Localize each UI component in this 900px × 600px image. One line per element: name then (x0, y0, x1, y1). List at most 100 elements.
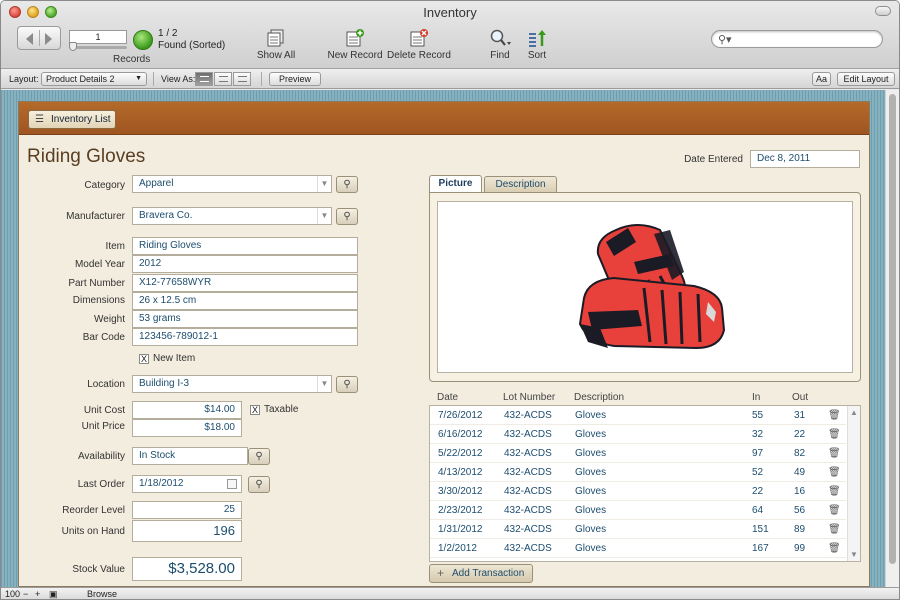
find-label: Find (490, 50, 510, 61)
toggle-status-toolbar-icon[interactable]: ▣ (49, 589, 58, 599)
manufacturer-label: Manufacturer (66, 211, 125, 222)
layout-bar-divider (153, 72, 154, 86)
part-number-label: Part Number (68, 278, 125, 289)
view-as-form-button[interactable] (195, 72, 213, 86)
unit-price-field[interactable]: $18.00 (132, 419, 242, 437)
last-order-field[interactable]: 1/18/2012 (132, 475, 242, 493)
trash-icon[interactable]: 🗑 (828, 543, 841, 554)
chevron-down-icon: ▼ (135, 75, 142, 82)
view-as-list-button[interactable] (214, 72, 232, 86)
table-row[interactable]: 4/13/2012 432-ACDS Gloves 52 49 🗑 (430, 463, 846, 482)
category-search-button[interactable]: ⚲ (336, 176, 358, 193)
units-on-hand-field[interactable]: 196 (132, 520, 242, 542)
date-entered-label: Date Entered (684, 154, 743, 165)
delete-record-button[interactable]: Delete Record (387, 29, 451, 61)
transactions-portal[interactable]: 7/26/2012 432-ACDS Gloves 55 31 🗑 6/16/2… (429, 405, 861, 562)
mode-indicator[interactable]: Browse (87, 589, 117, 599)
edit-layout-button[interactable]: Edit Layout (837, 72, 895, 86)
location-search-button[interactable]: ⚲ (336, 376, 358, 393)
zoom-in-icon[interactable]: + (35, 589, 40, 599)
found-set-pie-icon (133, 30, 153, 50)
sort-icon (529, 30, 546, 47)
item-field[interactable]: Riding Gloves (132, 237, 358, 255)
reorder-level-field[interactable]: 25 (132, 501, 242, 519)
part-number-field[interactable]: X12-77658WYR (132, 274, 358, 292)
table-row[interactable]: 7/26/2012 432-ACDS Gloves 55 31 🗑 (430, 406, 846, 425)
last-order-search-button[interactable]: ⚲ (248, 476, 270, 493)
find-magnifier-icon (490, 29, 511, 46)
add-transaction-button[interactable]: + Add Transaction (429, 564, 533, 583)
manufacturer-dropdown[interactable]: Bravera Co. ▼ (132, 207, 332, 225)
portal-scrollbar[interactable]: ▲ ▼ (847, 406, 860, 561)
location-dropdown[interactable]: Building I-3 ▼ (132, 375, 332, 393)
weight-field[interactable]: 53 grams (132, 310, 358, 328)
table-row[interactable]: 3/30/2012 432-ACDS Gloves 22 16 🗑 (430, 482, 846, 501)
show-all-button[interactable]: Show All (255, 29, 297, 61)
bar-code-field[interactable]: 123456-789012-1 (132, 328, 358, 346)
record-navigator-book[interactable] (17, 26, 61, 50)
next-record-icon[interactable] (45, 33, 52, 45)
date-entered-field[interactable]: Dec 8, 2011 (750, 150, 860, 168)
view-as-table-button[interactable] (233, 72, 251, 86)
layout-menu[interactable]: Product Details 2 ▼ (41, 72, 147, 86)
item-label: Item (105, 241, 125, 252)
availability-search-button[interactable]: ⚲ (248, 448, 270, 465)
availability-field[interactable]: In Stock (132, 447, 248, 465)
tab-picture[interactable]: Picture (429, 175, 482, 193)
row-out: 49 (794, 467, 806, 478)
record-panel: ☰ Inventory List Riding Gloves Date Ente… (18, 101, 870, 587)
taxable-checkbox[interactable]: X (250, 405, 260, 415)
trash-icon[interactable]: 🗑 (828, 486, 841, 497)
new-item-checkbox[interactable]: X (139, 354, 149, 364)
trash-icon[interactable]: 🗑 (828, 429, 841, 440)
scrollbar-thumb[interactable] (889, 94, 896, 564)
trash-icon[interactable]: 🗑 (828, 524, 841, 535)
trash-icon[interactable]: 🗑 (828, 505, 841, 516)
inventory-list-button[interactable]: ☰ Inventory List (28, 110, 116, 129)
new-item-label: New Item (153, 353, 196, 364)
unit-cost-field[interactable]: $14.00 (132, 401, 242, 419)
sort-button[interactable]: Sort (524, 29, 550, 61)
stock-value-field[interactable]: $3,528.00 (132, 557, 242, 581)
row-date: 3/30/2012 (438, 486, 483, 497)
zoom-level[interactable]: 100 (5, 589, 20, 599)
new-record-button[interactable]: New Record (327, 29, 383, 61)
category-dropdown[interactable]: Apparel ▼ (132, 175, 332, 193)
trash-icon[interactable]: 🗑 (828, 448, 841, 459)
row-out: 89 (794, 524, 806, 535)
tab-description[interactable]: Description (484, 176, 557, 193)
dimensions-label: Dimensions (72, 295, 125, 306)
window-vertical-scrollbar[interactable] (885, 90, 899, 587)
title-toolbar: Inventory 1 1 / 2 Found (Sorted) Records… (1, 1, 899, 69)
table-row[interactable]: 6/16/2012 432-ACDS Gloves 32 22 🗑 (430, 425, 846, 444)
find-button[interactable]: Find (487, 29, 513, 61)
quick-find-search-field[interactable]: ⚲▾ (711, 30, 883, 48)
search-icon: ⚲ (255, 451, 263, 462)
table-row[interactable]: 5/22/2012 432-ACDS Gloves 97 82 🗑 (430, 444, 846, 463)
row-lot: 432-ACDS (504, 429, 552, 440)
calendar-icon[interactable] (227, 479, 237, 489)
trash-icon[interactable]: 🗑 (828, 410, 841, 421)
toolbar-toggle-button[interactable] (875, 6, 891, 16)
scroll-down-arrow-icon[interactable]: ▼ (850, 550, 858, 559)
model-year-field[interactable]: 2012 (132, 255, 358, 273)
scroll-up-arrow-icon[interactable]: ▲ (850, 408, 858, 417)
zoom-out-icon[interactable]: − (23, 589, 28, 599)
previous-record-icon[interactable] (26, 33, 33, 45)
dimensions-field[interactable]: 26 x 12.5 cm (132, 292, 358, 310)
product-picture-container[interactable] (437, 201, 853, 373)
row-in: 22 (752, 486, 764, 497)
layout-menu-value: Product Details 2 (46, 74, 115, 84)
preview-button[interactable]: Preview (269, 72, 321, 86)
record-slider-track[interactable] (69, 46, 127, 49)
current-record-field[interactable]: 1 (69, 30, 127, 44)
record-slider-knob[interactable] (69, 42, 77, 51)
manufacturer-search-button[interactable]: ⚲ (336, 208, 358, 225)
table-row[interactable]: 1/2/2012 432-ACDS Gloves 167 99 🗑 (430, 539, 846, 558)
format-bar-button[interactable]: Aa (812, 72, 831, 86)
trash-icon[interactable]: 🗑 (828, 467, 841, 478)
row-out: 16 (794, 486, 806, 497)
new-record-label: New Record (327, 50, 383, 61)
table-row[interactable]: 1/31/2012 432-ACDS Gloves 151 89 🗑 (430, 520, 846, 539)
table-row[interactable]: 2/23/2012 432-ACDS Gloves 64 56 🗑 (430, 501, 846, 520)
